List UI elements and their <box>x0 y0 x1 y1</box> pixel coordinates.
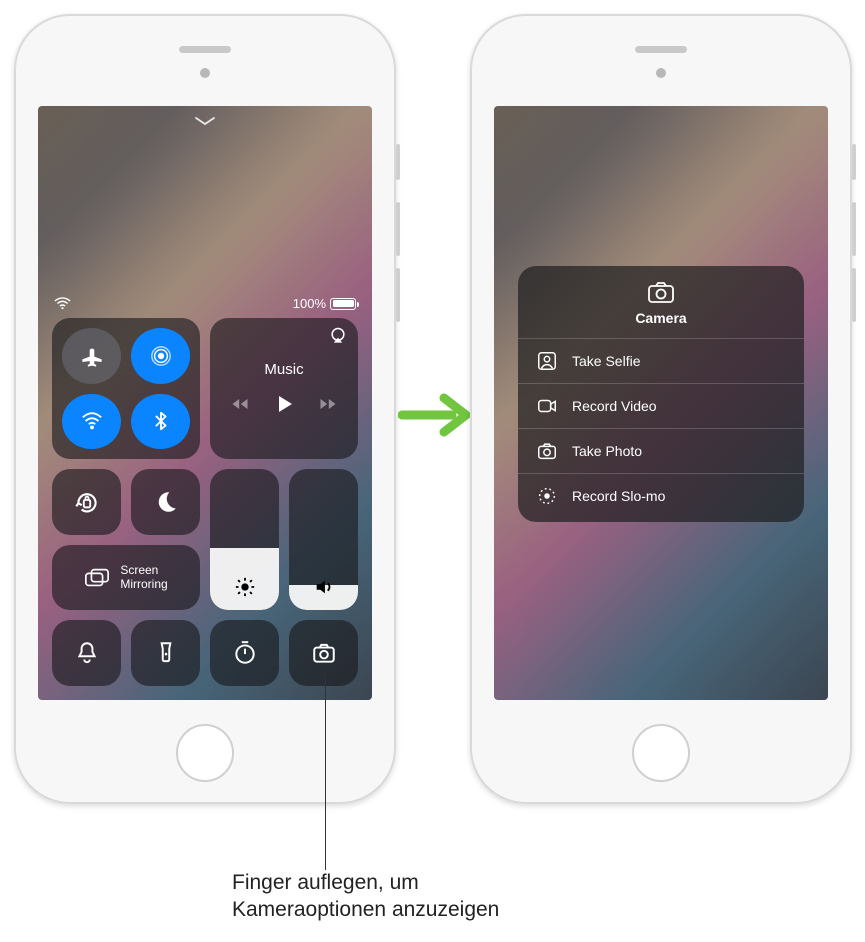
sleep-button-hardware <box>396 268 400 322</box>
volume-down-hardware <box>852 202 856 256</box>
camera-action-take-photo[interactable]: Take Photo <box>518 428 804 473</box>
photo-icon <box>536 440 558 462</box>
silent-toggle[interactable] <box>52 620 121 686</box>
wifi-toggle[interactable] <box>62 394 121 450</box>
camera-action-label: Record Video <box>572 398 657 414</box>
volume-up-hardware <box>396 144 400 180</box>
status-bar: 100% <box>54 296 356 311</box>
airplay-icon[interactable] <box>328 326 348 346</box>
wifi-status-icon <box>54 297 71 310</box>
camera-button[interactable] <box>289 620 358 686</box>
callout-text: Finger auflegen, um Kameraoptionen anzuz… <box>232 870 499 924</box>
ipod-right-device: Camera Take Selfie Record Video <box>470 14 852 804</box>
airdrop-toggle[interactable] <box>131 328 190 384</box>
do-not-disturb-button[interactable] <box>131 469 200 535</box>
flashlight-button[interactable] <box>131 620 200 686</box>
connectivity-group[interactable] <box>52 318 200 459</box>
play-button[interactable] <box>272 392 296 416</box>
camera-quick-actions-panel: Camera Take Selfie Record Video <box>518 266 804 522</box>
camera-action-label: Take Selfie <box>572 353 640 369</box>
volume-down-hardware <box>396 202 400 256</box>
callout-leader-line <box>325 674 326 870</box>
airplane-toggle[interactable] <box>62 328 121 384</box>
camera-action-record-video[interactable]: Record Video <box>518 383 804 428</box>
control-center-screen: 100% <box>38 106 372 700</box>
volume-up-hardware <box>852 144 856 180</box>
slomo-icon <box>536 485 558 507</box>
sleep-button-hardware <box>852 268 856 322</box>
camera-action-label: Record Slo-mo <box>572 488 665 504</box>
rewind-button[interactable] <box>230 394 250 414</box>
ipod-left-device: 100% <box>14 14 396 804</box>
arrow-down-icon[interactable] <box>194 114 216 128</box>
forward-button[interactable] <box>318 394 338 414</box>
music-title: Music <box>264 361 303 378</box>
video-icon <box>536 395 558 417</box>
camera-action-selfie[interactable]: Take Selfie <box>518 338 804 383</box>
brightness-slider[interactable] <box>210 469 279 610</box>
screen-mirroring-button[interactable]: Screen Mirroring <box>52 545 200 611</box>
orientation-lock-button[interactable] <box>52 469 121 535</box>
bluetooth-toggle[interactable] <box>131 394 190 450</box>
transition-arrow-icon <box>398 390 470 440</box>
volume-slider[interactable] <box>289 469 358 610</box>
home-button[interactable] <box>176 724 234 782</box>
selfie-icon <box>536 350 558 372</box>
camera-menu-screen: Camera Take Selfie Record Video <box>494 106 828 700</box>
home-button[interactable] <box>632 724 690 782</box>
brightness-icon <box>234 576 256 598</box>
battery-indicator: 100% <box>293 296 356 311</box>
volume-icon <box>313 576 335 598</box>
camera-action-label: Take Photo <box>572 443 642 459</box>
now-playing-tile[interactable]: Music <box>210 318 358 459</box>
mirror-label: Screen Mirroring <box>120 564 167 592</box>
camera-menu-title: Camera <box>635 310 686 326</box>
timer-button[interactable] <box>210 620 279 686</box>
camera-action-slo-mo[interactable]: Record Slo-mo <box>518 473 804 518</box>
camera-icon <box>647 280 675 304</box>
battery-text: 100% <box>293 296 326 311</box>
